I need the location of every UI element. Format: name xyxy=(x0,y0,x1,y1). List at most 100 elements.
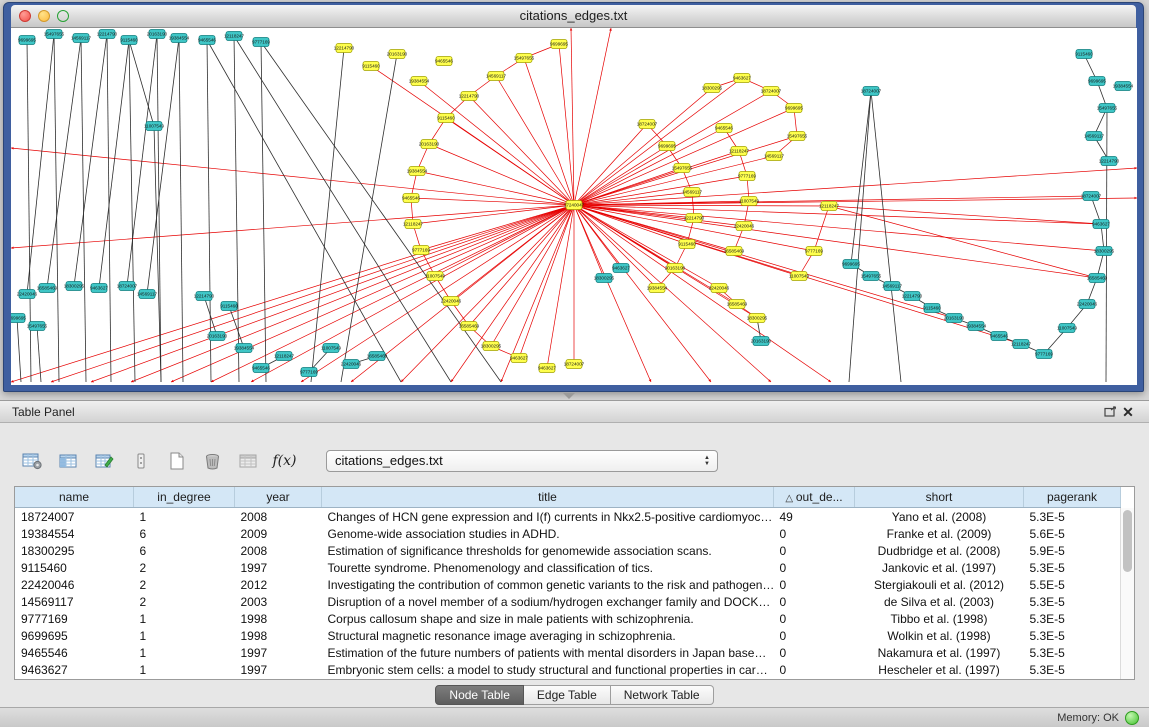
window-close-button[interactable] xyxy=(19,10,31,22)
graph-node[interactable]: 9115460 xyxy=(437,114,455,123)
graph-node[interactable]: 9115460 xyxy=(120,36,138,45)
delete-column-button[interactable] xyxy=(198,447,227,474)
graph-node[interactable]: 9465546 xyxy=(715,124,733,133)
graph-node[interactable]: 12118247 xyxy=(1011,340,1032,349)
graph-node[interactable]: 20163190 xyxy=(944,314,965,323)
graph-node[interactable]: 20163190 xyxy=(665,264,686,273)
graph-node[interactable]: 16585469 xyxy=(724,247,745,256)
graph-node[interactable]: 9699695 xyxy=(842,260,860,269)
graph-node[interactable]: 22420046 xyxy=(441,297,462,306)
graph-node[interactable]: 18724007 xyxy=(861,87,882,96)
graph-node[interactable]: 9699695 xyxy=(11,314,26,323)
graph-node[interactable]: 9699695 xyxy=(658,142,676,151)
graph-node[interactable]: 15497655 xyxy=(787,132,808,141)
graph-node[interactable]: 16585469 xyxy=(459,322,480,331)
graph-node[interactable]: 9463627 xyxy=(510,354,528,363)
graph-node[interactable]: 19384554 xyxy=(647,284,668,293)
table-vertical-scrollbar[interactable] xyxy=(1120,508,1134,679)
graph-node[interactable]: 16585469 xyxy=(37,284,58,293)
graph-node[interactable]: 14569117 xyxy=(682,188,703,197)
graph-node[interactable]: 9777169 xyxy=(1035,350,1053,359)
graph-node[interactable]: 15497655 xyxy=(27,322,48,331)
edit-cells-button[interactable] xyxy=(90,447,119,474)
graph-node[interactable]: 9115460 xyxy=(1075,50,1093,59)
graph-node[interactable]: 18724007 xyxy=(637,120,658,129)
graph-node[interactable]: 18300295 xyxy=(594,274,615,283)
graph-node[interactable]: 9465546 xyxy=(198,36,216,45)
table-row[interactable]: 977716911998Corpus callosum shape and si… xyxy=(15,610,1121,627)
graph-node[interactable]: 18300295 xyxy=(747,314,768,323)
graph-node[interactable]: 14569117 xyxy=(882,282,903,291)
table-row[interactable]: 911546021997Tourette syndrome. Phenomeno… xyxy=(15,559,1121,576)
graph-node[interactable]: 18300295 xyxy=(481,342,502,351)
graph-node[interactable]: 18300295 xyxy=(64,282,85,291)
graph-node[interactable]: 14569117 xyxy=(137,290,158,299)
graph-node[interactable]: 20163190 xyxy=(147,30,168,39)
graph-node[interactable]: 12118247 xyxy=(224,32,245,41)
graph-node[interactable]: 20163190 xyxy=(419,140,440,149)
column-header-year[interactable]: year xyxy=(235,487,322,508)
network-graph[interactable]: 1724004796996951549765514569117122147909… xyxy=(11,28,1137,385)
graph-node[interactable]: 9777169 xyxy=(412,246,430,255)
graph-node[interactable]: 19384554 xyxy=(966,322,987,331)
graph-node[interactable]: 18300295 xyxy=(702,84,723,93)
show-column-settings-button[interactable] xyxy=(18,447,47,474)
graph-node[interactable]: 11007549 xyxy=(739,197,760,206)
column-header-out_de[interactable]: △ out_de... xyxy=(774,487,855,508)
table-row[interactable]: 1938455462009Genome-wide association stu… xyxy=(15,525,1121,542)
graph-node[interactable]: 9777169 xyxy=(738,172,756,181)
graph-node[interactable]: 12118247 xyxy=(819,202,840,211)
graph-node[interactable]: 15497655 xyxy=(672,164,693,173)
graph-node[interactable]: 19384554 xyxy=(234,344,255,353)
table-row[interactable]: 946554611997Estimation of the future num… xyxy=(15,644,1121,661)
graph-node[interactable]: 9463627 xyxy=(612,264,630,273)
graph-node[interactable]: 12118247 xyxy=(403,220,424,229)
tab-edge-table[interactable]: Edge Table xyxy=(524,685,611,705)
table-row[interactable]: 1830029562008Estimation of significance … xyxy=(15,542,1121,559)
graph-node[interactable]: 9463627 xyxy=(538,364,556,373)
graph-node[interactable]: 9699695 xyxy=(785,104,803,113)
network-canvas[interactable]: 1724004796996951549765514569117122147909… xyxy=(11,28,1137,385)
graph-node[interactable]: 15497655 xyxy=(1097,104,1118,113)
graph-node[interactable]: 15497655 xyxy=(861,272,882,281)
graph-node[interactable]: 14569117 xyxy=(71,34,92,43)
graph-node[interactable]: 14569117 xyxy=(764,152,785,161)
graph-node[interactable]: 14569117 xyxy=(1084,132,1105,141)
graph-node[interactable]: 19384554 xyxy=(169,34,190,43)
window-minimize-button[interactable] xyxy=(38,10,50,22)
graph-node[interactable]: 9115460 xyxy=(220,302,238,311)
table-row[interactable]: 2242004622012Investigating the contribut… xyxy=(15,576,1121,593)
graph-node[interactable]: 18724007 xyxy=(117,282,138,291)
graph-node[interactable]: 17240047 xyxy=(564,201,585,210)
graph-node[interactable]: 9465546 xyxy=(252,364,270,373)
graph-node[interactable]: 12214790 xyxy=(459,92,480,101)
table-row[interactable]: 969969511998Structural magnetic resonanc… xyxy=(15,627,1121,644)
graph-node[interactable]: 9115460 xyxy=(923,304,941,313)
tab-network-table[interactable]: Network Table xyxy=(611,685,714,705)
graph-node[interactable]: 20163190 xyxy=(751,337,772,346)
graph-node[interactable]: 9115460 xyxy=(678,240,696,249)
graph-node[interactable]: 12214790 xyxy=(97,30,118,39)
table-row[interactable]: 1872400712008Changes of HCN gene express… xyxy=(15,508,1121,526)
graph-node[interactable]: 22420046 xyxy=(17,290,38,299)
graph-node[interactable]: 18724007 xyxy=(761,87,782,96)
graph-node[interactable]: 11007549 xyxy=(321,344,342,353)
graph-node[interactable]: 14569117 xyxy=(486,72,507,81)
column-selector-button[interactable] xyxy=(54,447,83,474)
float-panel-button[interactable] xyxy=(1101,404,1119,420)
graph-node[interactable]: 22420046 xyxy=(734,222,755,231)
graph-node[interactable]: 9699695 xyxy=(18,36,36,45)
row-selector-button[interactable] xyxy=(126,447,155,474)
scrollbar-thumb[interactable] xyxy=(1123,510,1132,572)
window-titlebar[interactable]: citations_edges.txt xyxy=(11,5,1136,28)
tab-node-table[interactable]: Node Table xyxy=(435,685,524,705)
graph-node[interactable]: 9115460 xyxy=(362,62,380,71)
graph-node[interactable]: 9463627 xyxy=(1092,220,1110,229)
column-header-name[interactable]: name xyxy=(15,487,134,508)
graph-node[interactable]: 16585469 xyxy=(1087,274,1108,283)
graph-node[interactable]: 20163190 xyxy=(207,332,228,341)
graph-node[interactable]: 9777169 xyxy=(300,368,318,377)
window-zoom-button[interactable] xyxy=(57,10,69,22)
graph-node[interactable]: 9777169 xyxy=(252,38,270,47)
graph-node[interactable]: 9777169 xyxy=(805,247,823,256)
